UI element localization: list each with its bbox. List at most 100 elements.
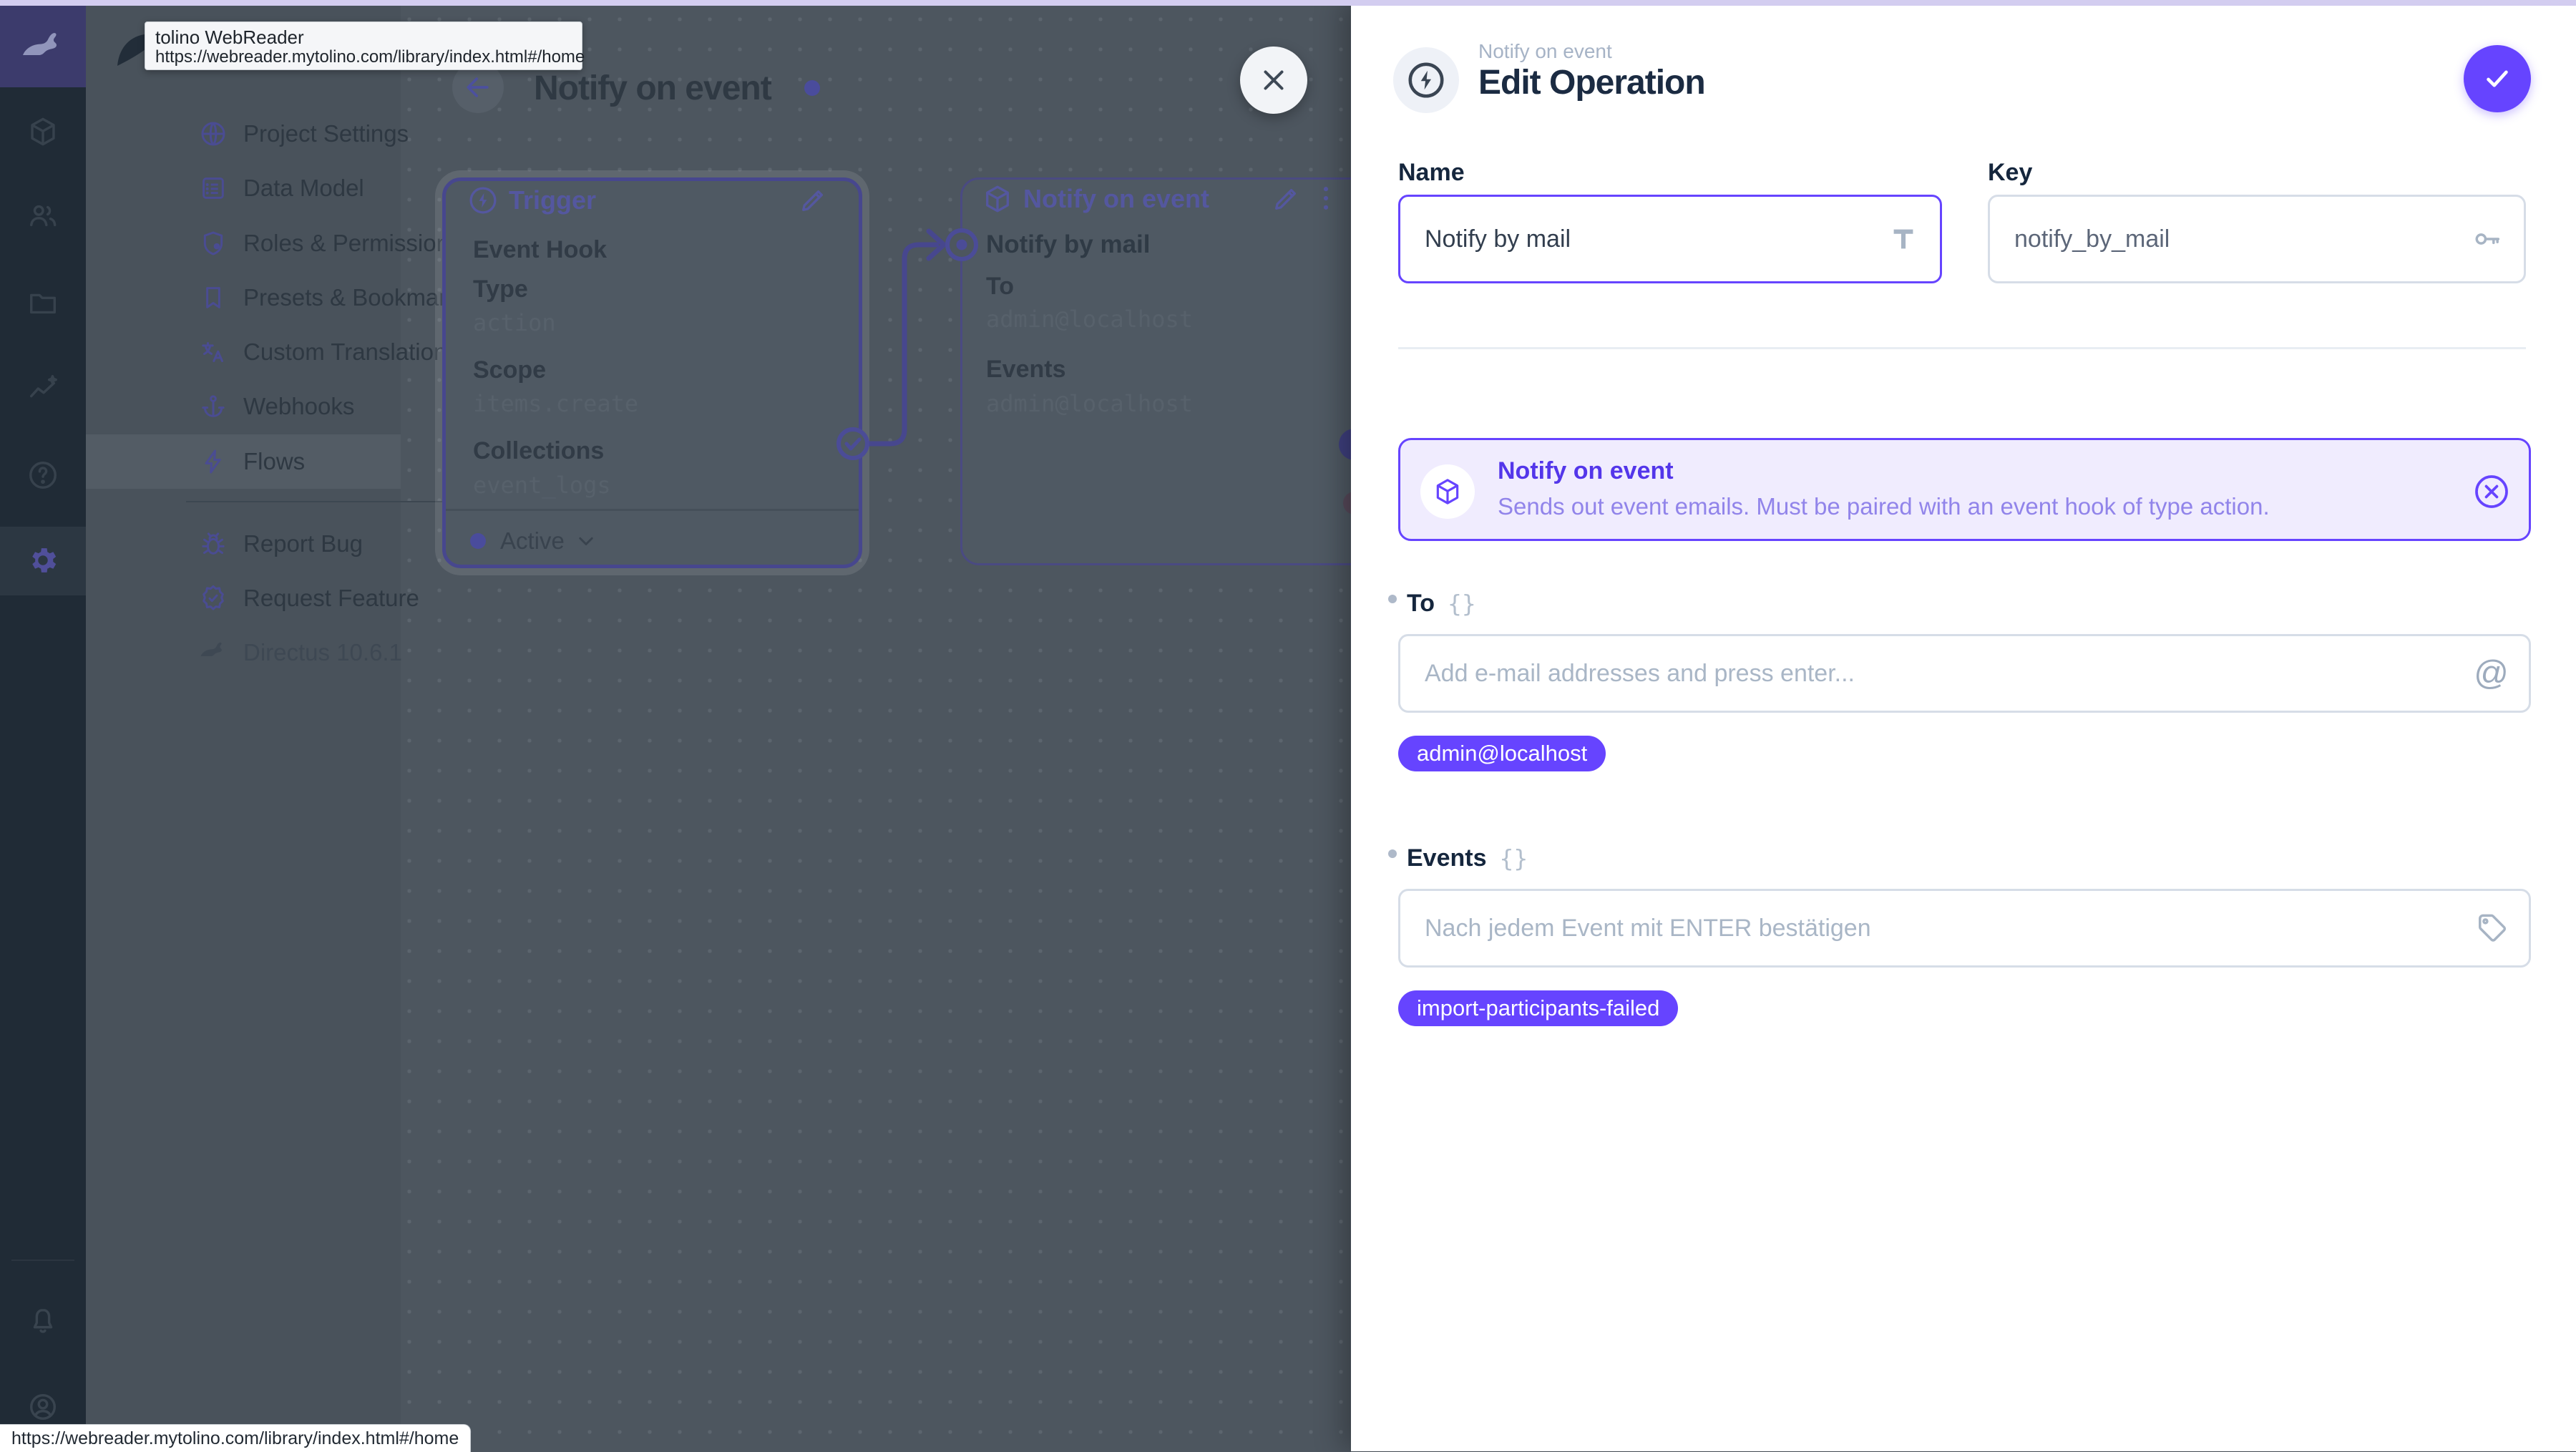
close-icon xyxy=(1257,64,1290,97)
trigger-panel[interactable]: Trigger Event Hook Type action Scope ite… xyxy=(442,177,862,568)
bug-icon xyxy=(199,530,228,558)
sidebar-item-data-model[interactable]: Data Model xyxy=(86,161,401,215)
content-module-icon[interactable] xyxy=(26,115,59,148)
window-top-strip xyxy=(0,0,2576,6)
banner-title: Notify on event xyxy=(1498,457,1674,484)
shield-person-icon xyxy=(199,229,228,258)
flow-active-dot xyxy=(804,80,820,96)
field-value: event_logs xyxy=(473,472,611,499)
sidebar-item-label: Project Settings xyxy=(243,120,409,147)
cube-icon xyxy=(982,183,1013,215)
nav-divider xyxy=(186,501,472,502)
key-label: Key xyxy=(1988,159,2033,186)
field-label: Collections xyxy=(473,437,605,464)
trigger-panel-header: Trigger xyxy=(467,182,596,218)
bolt-icon xyxy=(199,447,228,476)
field-label: Type xyxy=(473,275,528,303)
status-url: https://webreader.mytolino.com/library/i… xyxy=(11,1428,459,1448)
anchor-icon xyxy=(199,392,228,421)
drawer-close-button[interactable] xyxy=(1240,47,1307,114)
events-label-row: Events {} xyxy=(1388,844,1528,872)
trigger-status-toggle[interactable]: Active xyxy=(470,523,599,559)
directus-logo-button[interactable] xyxy=(0,0,86,87)
page-title: Notify on event xyxy=(534,69,772,107)
sidebar-item-label: Directus 10.6.1 xyxy=(243,639,402,666)
drawer-title: Edit Operation xyxy=(1478,64,1706,102)
check-icon xyxy=(2481,62,2514,95)
drawer-header-icon xyxy=(1393,47,1459,113)
sidebar-item-label: Request Feature xyxy=(243,585,419,611)
tooltip-url: https://webreader.mytolino.com/library/i… xyxy=(155,47,585,67)
sidebar-item-webhooks[interactable]: Webhooks xyxy=(86,379,401,434)
at-sign-icon: @ xyxy=(2474,654,2509,693)
name-input[interactable] xyxy=(1400,197,1940,281)
arrow-left-icon xyxy=(462,72,494,103)
required-dot xyxy=(1388,849,1397,858)
trigger-type-label: Event Hook xyxy=(473,235,608,263)
bolt-circle-icon xyxy=(467,185,499,216)
sidebar-item-flows[interactable]: Flows xyxy=(86,434,401,489)
banner-clear-icon[interactable] xyxy=(2472,472,2512,512)
operation-panel[interactable]: Notify on event Notify by mail To admin@… xyxy=(960,177,1394,565)
sidebar-item-presets-bookmarks[interactable]: Presets & Bookmar... xyxy=(86,271,465,325)
sidebar-item-label: Flows xyxy=(243,448,306,474)
settings-nav-panel: Project Settings Data Model Roles & Perm… xyxy=(86,0,472,1451)
events-field-wrapper xyxy=(1398,889,2531,968)
name-field-wrapper xyxy=(1398,195,1942,283)
browser-link-tooltip: tolino WebReader https://webreader.mytol… xyxy=(145,21,585,70)
field-label: To xyxy=(986,272,1015,300)
settings-module-icon[interactable] xyxy=(26,544,59,577)
sidebar-item-label: Data Model xyxy=(243,175,364,201)
operation-panel-header: Notify on event xyxy=(982,181,1209,217)
to-field-wrapper: @ xyxy=(1398,634,2531,713)
list-icon xyxy=(199,174,228,203)
field-value: action xyxy=(473,309,556,336)
to-input[interactable] xyxy=(1400,636,2529,711)
insights-module-icon[interactable] xyxy=(26,373,59,406)
sidebar-item-request-feature[interactable]: Request Feature xyxy=(86,571,419,625)
field-label: Events xyxy=(986,355,1066,383)
banner-description: Sends out event emails. Must be paired w… xyxy=(1498,493,2270,520)
events-input[interactable] xyxy=(1400,891,2529,965)
rabbit-logo-icon xyxy=(20,26,66,61)
tag-icon xyxy=(2476,912,2509,945)
sidebar-item-custom-translations[interactable]: Custom Translations xyxy=(86,325,459,379)
operation-menu-dots-icon[interactable] xyxy=(1310,182,1342,214)
files-module-icon[interactable] xyxy=(26,286,59,319)
save-button[interactable] xyxy=(2464,45,2531,112)
sidebar-item-version: Directus 10.6.1 xyxy=(86,625,402,680)
interpolation-icon[interactable]: {} xyxy=(1448,590,1476,618)
to-chip[interactable]: admin@localhost xyxy=(1398,736,1606,771)
users-module-icon[interactable] xyxy=(26,199,59,232)
panel-divider xyxy=(446,509,859,511)
key-field-wrapper xyxy=(1988,195,2526,283)
help-module-icon[interactable] xyxy=(26,459,59,492)
field-value: admin@localhost xyxy=(986,390,1193,417)
bolt-circle-icon xyxy=(1405,59,1447,101)
edit-operation-pencil-icon[interactable] xyxy=(1271,182,1302,214)
notifications-bell-icon[interactable] xyxy=(26,1305,59,1338)
translate-icon xyxy=(199,338,228,366)
chevron-down-icon xyxy=(573,528,599,554)
sidebar-item-label: Presets & Bookmar... xyxy=(243,284,465,311)
tooltip-title: tolino WebReader xyxy=(155,26,304,48)
name-label: Name xyxy=(1398,159,1465,186)
module-bar xyxy=(0,0,86,1451)
sidebar-item-label: Custom Translations xyxy=(243,338,459,365)
sidebar-item-roles-permissions[interactable]: Roles & Permissions xyxy=(86,216,461,271)
interpolation-icon[interactable]: {} xyxy=(1500,844,1528,872)
key-input[interactable] xyxy=(1990,197,2524,281)
edit-operation-drawer: Notify on event Edit Operation Name Key … xyxy=(1351,0,2576,1451)
account-avatar-icon[interactable] xyxy=(26,1390,59,1423)
operation-name: Notify by mail xyxy=(986,230,1151,258)
edit-trigger-pencil-icon[interactable] xyxy=(798,184,829,215)
field-label: Scope xyxy=(473,356,547,384)
sidebar-item-project-settings[interactable]: Project Settings xyxy=(86,107,409,161)
events-chip[interactable]: import-participants-failed xyxy=(1398,990,1679,1026)
globe-icon xyxy=(199,120,228,148)
drawer-context-label: Notify on event xyxy=(1478,40,1612,62)
sidebar-item-report-bug[interactable]: Report Bug xyxy=(86,517,401,571)
operation-type-banner: Notify on event Sends out event emails. … xyxy=(1398,438,2531,541)
banner-cube-icon xyxy=(1420,464,1475,519)
rabbit-icon xyxy=(199,638,228,667)
